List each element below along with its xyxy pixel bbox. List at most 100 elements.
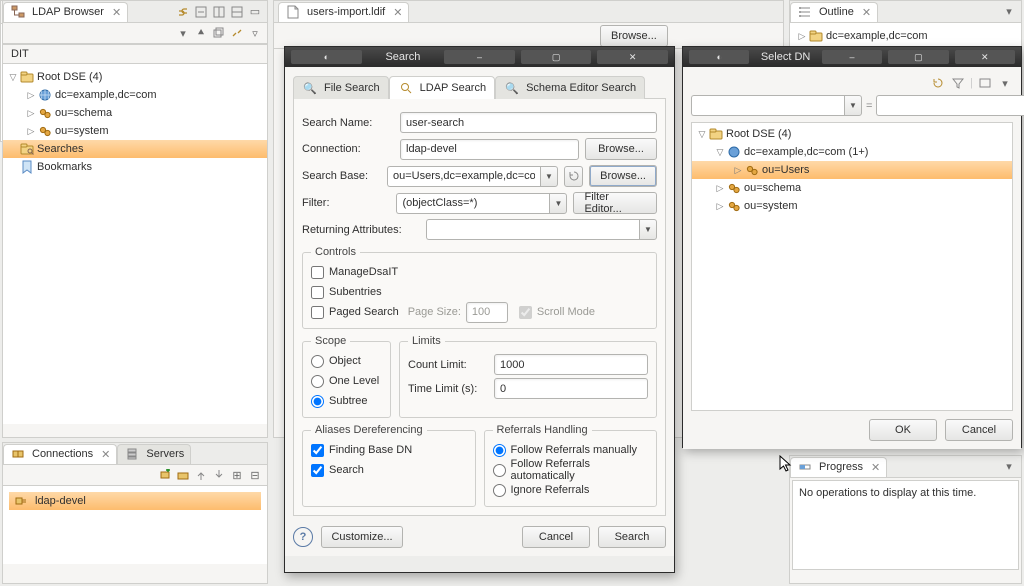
link-editor-icon[interactable] [175, 4, 191, 20]
cancel-button[interactable]: Cancel [522, 526, 590, 548]
servers-tab[interactable]: Servers [117, 444, 191, 464]
connection-browse-button[interactable]: Browse... [585, 138, 657, 160]
split-horizontal-icon[interactable] [211, 4, 227, 20]
scope-onelevel-radio[interactable]: One Level [311, 371, 382, 391]
outline-menu-icon[interactable]: ▾ [1001, 4, 1017, 20]
outline-tab[interactable]: Outline ✕ [790, 2, 878, 22]
dn-tree-ou-schema[interactable]: ▷ ou=schema [692, 179, 1012, 197]
referrals-auto-radio[interactable]: Follow Referrals automatically [493, 460, 649, 480]
connections-tab[interactable]: Connections ✕ [3, 444, 117, 464]
filter-icon[interactable] [950, 75, 966, 91]
dn-tree-root[interactable]: ▽ Root DSE (4) [692, 125, 1012, 143]
dn-tree-ou-system[interactable]: ▷ ou=system [692, 197, 1012, 215]
menu-icon[interactable]: ▾ [997, 75, 1013, 91]
link-icon[interactable] [229, 25, 245, 41]
collapse-toggle-icon[interactable]: ▽ [714, 147, 726, 158]
expand-icon[interactable]: ⊞ [229, 467, 245, 483]
dn-tree-example[interactable]: ▽ dc=example,dc=com (1+) [692, 143, 1012, 161]
dropdown-arrow-icon[interactable]: ▼ [844, 95, 862, 116]
close-connection-icon[interactable] [211, 467, 227, 483]
open-connection-icon[interactable] [193, 467, 209, 483]
refresh-icon[interactable] [930, 75, 946, 91]
connection-input[interactable] [400, 139, 579, 160]
close-icon[interactable]: ✕ [101, 448, 110, 461]
managedsait-checkbox[interactable]: ManageDsaIT [311, 262, 648, 282]
split-vertical-icon[interactable] [229, 4, 245, 20]
aliases-finding-checkbox[interactable]: Finding Base DN [311, 440, 467, 460]
dropdown-arrow-icon[interactable]: ▾ [175, 25, 191, 41]
view-menu-icon[interactable]: ▿ [247, 25, 263, 41]
referrals-ignore-radio[interactable]: Ignore Referrals [493, 480, 649, 500]
tree-row-root-dse[interactable]: ▽ Root DSE (4) [3, 68, 267, 86]
collapse2-icon[interactable]: ⊟ [247, 467, 263, 483]
tree-row-bookmarks[interactable]: Bookmarks [3, 158, 267, 176]
collapse-toggle-icon[interactable]: ▽ [696, 129, 708, 140]
close-icon[interactable]: ✕ [393, 6, 402, 19]
dialog-close-icon[interactable]: ✕ [955, 50, 1015, 64]
dialog-menu-icon[interactable]: ◐ [291, 50, 362, 64]
new-connection-icon[interactable] [157, 467, 173, 483]
ldap-browser-tree[interactable]: ▽ Root DSE (4) ▷ dc=example,dc=com ▷ ou=… [3, 64, 267, 424]
expand-toggle-icon[interactable]: ▷ [25, 108, 37, 119]
aliases-search-checkbox[interactable]: Search [311, 460, 467, 480]
history-icon[interactable] [564, 166, 583, 187]
returning-attrs-combo[interactable]: ▼ [426, 219, 657, 240]
outline-row-root[interactable]: ▷ dc=example,dc=com [790, 27, 1021, 45]
progress-menu-icon[interactable]: ▾ [1001, 459, 1017, 475]
tree-row-searches[interactable]: Searches [3, 140, 267, 158]
dn-combo-2[interactable]: ▼ [876, 95, 1024, 116]
dropdown-arrow-icon[interactable]: ▼ [540, 166, 558, 187]
editor-tab-users-import[interactable]: users-import.ldif ✕ [278, 2, 409, 22]
search-button[interactable]: Search [598, 526, 666, 548]
tab-schema-search[interactable]: 🔍 Schema Editor Search [495, 76, 645, 99]
expand-toggle-icon[interactable]: ▷ [732, 165, 744, 176]
close-icon[interactable]: ✕ [862, 6, 871, 19]
tab-file-search[interactable]: 🔍 File Search [293, 76, 389, 99]
expand-toggle-icon[interactable]: ▷ [25, 90, 37, 101]
minimize-icon[interactable]: ▭ [247, 4, 263, 20]
help-icon[interactable]: ? [293, 527, 313, 547]
time-limit-input[interactable] [494, 378, 648, 399]
ok-button[interactable]: OK [869, 419, 937, 441]
filter-editor-button[interactable]: Filter Editor... [573, 192, 657, 214]
tree-row-dc-example[interactable]: ▷ dc=example,dc=com [3, 86, 267, 104]
dn-combo-2-input[interactable] [876, 95, 1024, 116]
tree-row-ou-system[interactable]: ▷ ou=system [3, 122, 267, 140]
expand-toggle-icon[interactable]: ▷ [796, 31, 808, 42]
dialog-maximize-icon[interactable]: ▢ [521, 50, 592, 64]
dialog-maximize-icon[interactable]: ▢ [888, 50, 948, 64]
collapse-all-icon[interactable] [211, 25, 227, 41]
dn-combo-1-input[interactable] [691, 95, 844, 116]
close-icon[interactable]: ✕ [112, 6, 121, 19]
filter-combo[interactable]: ▼ [396, 193, 567, 214]
dn-combo-1[interactable]: ▼ [691, 95, 862, 116]
dialog-close-icon[interactable]: ✕ [597, 50, 668, 64]
up-icon[interactable]: ⯅ [193, 25, 209, 41]
search-name-input[interactable] [400, 112, 657, 133]
close-icon[interactable]: ✕ [871, 461, 880, 474]
paged-search-checkbox[interactable]: Paged Search Page Size: Scroll Mode [311, 302, 648, 322]
scope-object-radio[interactable]: Object [311, 351, 382, 371]
dn-cancel-button[interactable]: Cancel [945, 419, 1013, 441]
dropdown-arrow-icon[interactable]: ▼ [639, 219, 657, 240]
expand-toggle-icon[interactable]: ▷ [25, 126, 37, 137]
dialog-menu-icon[interactable]: ◐ [689, 50, 749, 64]
customize-button[interactable]: Customize... [321, 526, 403, 548]
dialog-minimize-icon[interactable]: – [444, 50, 515, 64]
collapse-toggle-icon[interactable]: ▽ [7, 72, 19, 83]
search-base-browse-button[interactable]: Browse... [589, 165, 657, 187]
expand-toggle-icon[interactable]: ▷ [714, 183, 726, 194]
connections-body[interactable]: ldap-devel [3, 486, 267, 564]
referrals-manual-radio[interactable]: Follow Referrals manually [493, 440, 649, 460]
tree-row-ou-schema[interactable]: ▷ ou=schema [3, 104, 267, 122]
collapse-icon[interactable] [193, 4, 209, 20]
search-base-combo[interactable]: ▼ [387, 166, 558, 187]
editor-browse-button[interactable]: Browse... [600, 25, 668, 47]
dropdown-arrow-icon[interactable]: ▼ [549, 193, 567, 214]
connection-item-ldap-devel[interactable]: ldap-devel [9, 492, 261, 510]
count-limit-input[interactable] [494, 354, 648, 375]
dn-tree-ou-users[interactable]: ▷ ou=Users [692, 161, 1012, 179]
search-base-input[interactable] [387, 166, 540, 187]
subentries-checkbox[interactable]: Subentries [311, 282, 648, 302]
dialog-minimize-icon[interactable]: – [822, 50, 882, 64]
